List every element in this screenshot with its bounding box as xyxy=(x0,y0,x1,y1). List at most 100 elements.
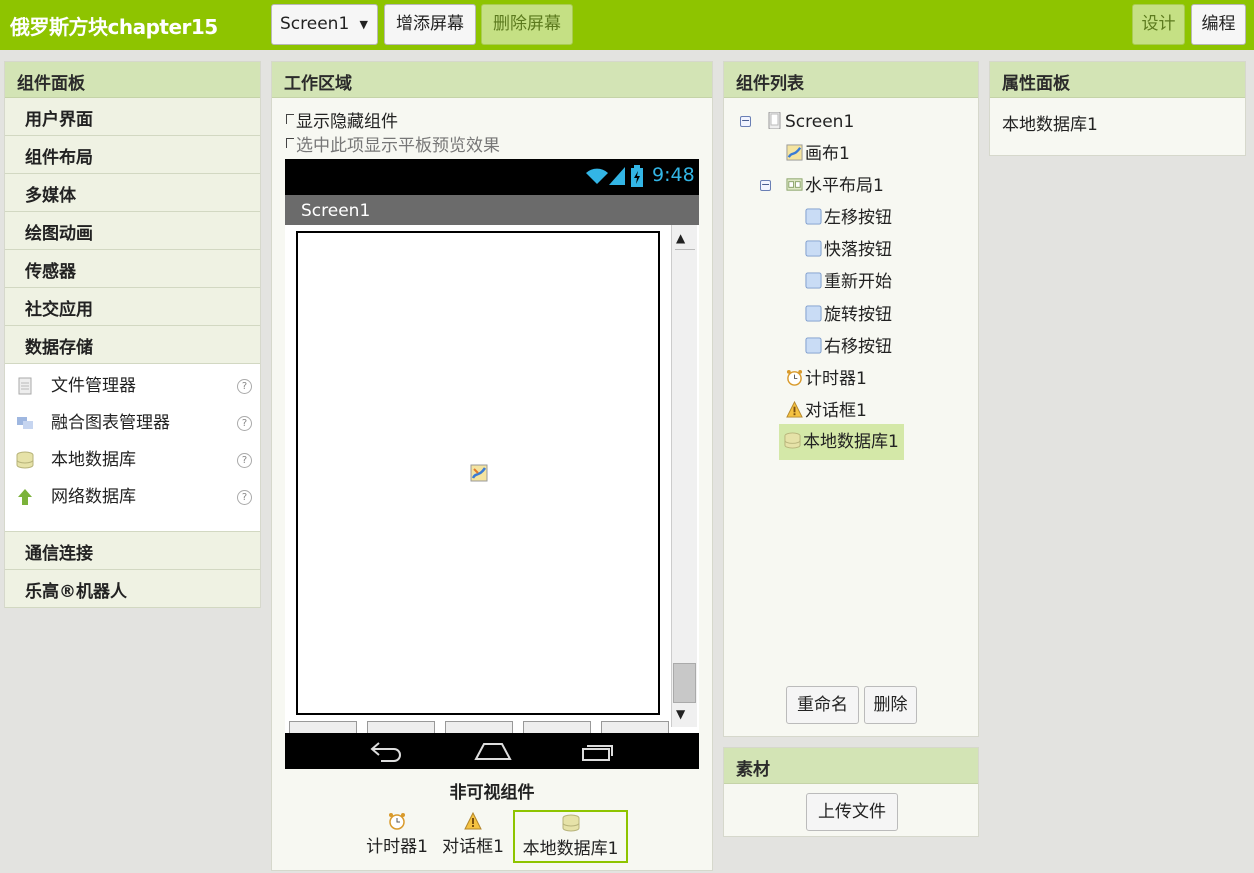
palette-category-lego[interactable]: 乐高®机器人 xyxy=(5,570,260,608)
tree-node-label: 对话框1 xyxy=(805,401,867,421)
nonvisible-label: 计时器1 xyxy=(366,837,428,857)
tree-node-horizontal-arrangement1[interactable]: 水平布局1 xyxy=(786,172,884,200)
drop-button[interactable] xyxy=(367,721,435,733)
properties-title: 属性面板 xyxy=(990,62,1245,98)
help-icon[interactable]: ? xyxy=(237,416,252,431)
scroll-up-arrow-icon[interactable]: ▲ xyxy=(676,231,685,245)
palette-item-file[interactable]: 文件管理器 ? xyxy=(5,368,260,405)
tree-node-label: 旋转按钮 xyxy=(824,305,892,325)
warning-icon xyxy=(786,401,803,418)
nonvisible-label: 本地数据库1 xyxy=(522,839,619,859)
palette-item-fusiontables[interactable]: 融合图表管理器 ? xyxy=(5,405,260,442)
rotate-button[interactable] xyxy=(523,721,591,733)
horizontal-arrangement[interactable] xyxy=(289,721,669,733)
tree-node-tinydb1-selected[interactable]: 本地数据库1 xyxy=(779,424,904,460)
help-icon[interactable]: ? xyxy=(237,379,252,394)
collapse-arrangement-toggle[interactable]: − xyxy=(760,179,771,191)
delete-button[interactable]: 删除 xyxy=(864,686,917,724)
components-panel: 组件列表 − Screen1 画布1 − 水平布局1 左移按钮 快落按钮 重新开… xyxy=(723,61,979,737)
recent-apps-icon[interactable] xyxy=(581,742,615,762)
show-hidden-label: 显示隐藏组件 xyxy=(296,112,398,132)
screen-select[interactable]: Screen1 ▼ xyxy=(271,4,378,45)
tree-node-label: 左移按钮 xyxy=(824,208,892,228)
tree-node-restart-button[interactable]: 重新开始 xyxy=(805,268,892,296)
database-icon xyxy=(562,814,579,832)
warning-icon xyxy=(464,811,482,830)
palette-item-label: 融合图表管理器 xyxy=(51,413,170,433)
palette-category-drawing[interactable]: 绘图动画 xyxy=(5,212,260,250)
nonvisible-timer[interactable]: 计时器1 xyxy=(362,812,432,857)
project-title: 俄罗斯方块chapter15 xyxy=(10,15,218,39)
palette-item-tinydb[interactable]: 本地数据库 ? xyxy=(5,442,260,479)
upload-file-button[interactable]: 上传文件 xyxy=(806,793,898,831)
tree-node-label: 水平布局1 xyxy=(805,176,884,196)
left-button[interactable] xyxy=(289,721,357,733)
remove-screen-button[interactable]: 删除屏幕 xyxy=(481,4,573,45)
restart-button[interactable] xyxy=(445,721,513,733)
help-icon[interactable]: ? xyxy=(237,453,252,468)
tree-node-timer1[interactable]: 计时器1 xyxy=(786,365,867,393)
battery-icon xyxy=(631,165,643,187)
screen-body: ▲ ▼ xyxy=(285,225,699,733)
add-screen-button[interactable]: 增添屏幕 xyxy=(384,4,476,45)
components-title: 组件列表 xyxy=(724,62,978,98)
palette-category-connectivity[interactable]: 通信连接 xyxy=(5,532,260,570)
palette-item-label: 网络数据库 xyxy=(51,487,136,507)
palette-item-tinywebdb[interactable]: 网络数据库 ? xyxy=(5,479,260,516)
nonvisible-title: 非可视组件 xyxy=(449,783,535,803)
media-panel: 素材 上传文件 xyxy=(723,747,979,837)
tree-node-label: Screen1 xyxy=(785,112,855,132)
fusion-tables-icon xyxy=(17,417,33,429)
tree-node-label: 右移按钮 xyxy=(824,337,892,357)
clock-icon xyxy=(389,813,405,830)
palette-category-user-interface[interactable]: 用户界面 xyxy=(5,98,260,136)
properties-component-name: 本地数据库1 xyxy=(1002,115,1098,135)
upload-arrow-icon xyxy=(18,489,32,505)
palette-category-social[interactable]: 社交应用 xyxy=(5,288,260,326)
button-icon xyxy=(805,208,822,225)
properties-panel: 属性面板 本地数据库1 xyxy=(989,61,1246,156)
palette-panel: 组件面板 用户界面 组件布局 多媒体 绘图动画 传感器 社交应用 数据存储 文件… xyxy=(4,61,261,608)
tablet-preview-checkbox[interactable]: 选中此项显示平板预览效果 xyxy=(286,134,500,158)
blocks-button[interactable]: 编程 xyxy=(1191,4,1246,45)
collapse-screen-toggle[interactable]: − xyxy=(740,115,751,127)
palette-category-layout[interactable]: 组件布局 xyxy=(5,136,260,174)
button-icon xyxy=(805,240,822,257)
palette-title: 组件面板 xyxy=(5,62,260,98)
scroll-down-arrow-icon[interactable]: ▼ xyxy=(676,707,685,721)
palette-category-storage[interactable]: 数据存储 xyxy=(5,326,260,364)
tree-node-right-button[interactable]: 右移按钮 xyxy=(805,333,892,361)
tree-node-screen1[interactable]: Screen1 xyxy=(766,108,854,136)
scrollbar[interactable]: ▲ ▼ xyxy=(671,225,697,727)
palette-item-label: 本地数据库 xyxy=(51,450,136,470)
palette-category-sensors[interactable]: 传感器 xyxy=(5,250,260,288)
file-icon xyxy=(18,377,32,395)
tree-node-label: 重新开始 xyxy=(824,272,892,292)
canvas-icon xyxy=(786,144,803,161)
phone-preview: 9:48 Screen1 ▲ ▼ xyxy=(285,159,699,769)
screen-title-bar: Screen1 xyxy=(285,195,699,225)
scroll-thumb[interactable] xyxy=(673,663,696,703)
nonvisible-tinydb[interactable]: 本地数据库1 xyxy=(513,810,628,863)
home-icon[interactable] xyxy=(474,741,512,761)
tree-node-left-button[interactable]: 左移按钮 xyxy=(805,204,892,232)
nonvisible-notifier[interactable]: 对话框1 xyxy=(438,811,508,857)
button-icon xyxy=(805,272,822,289)
help-icon[interactable]: ? xyxy=(237,490,252,505)
right-button[interactable] xyxy=(601,721,669,733)
canvas-component[interactable] xyxy=(296,231,660,715)
top-bar: 俄罗斯方块chapter15 Screen1 ▼ 增添屏幕 删除屏幕 设计 编程 xyxy=(0,0,1254,50)
back-icon[interactable] xyxy=(369,740,403,762)
tree-node-notifier1[interactable]: 对话框1 xyxy=(786,397,867,425)
design-button[interactable]: 设计 xyxy=(1132,4,1185,45)
tree-node-rotate-button[interactable]: 旋转按钮 xyxy=(805,301,892,329)
storage-items: 文件管理器 ? 融合图表管理器 ? 本地数据库 ? 网络数据库 ? xyxy=(5,364,260,532)
tree-node-drop-button[interactable]: 快落按钮 xyxy=(805,236,892,264)
tree-node-label: 快落按钮 xyxy=(824,240,892,260)
canvas-icon xyxy=(470,464,488,482)
tree-node-canvas1[interactable]: 画布1 xyxy=(786,140,850,168)
show-hidden-checkbox[interactable]: 显示隐藏组件 xyxy=(286,110,398,134)
palette-category-media[interactable]: 多媒体 xyxy=(5,174,260,212)
viewer-panel: 工作区域 显示隐藏组件 选中此项显示平板预览效果 9:48 Screen1 ▲ … xyxy=(271,61,713,871)
rename-button[interactable]: 重命名 xyxy=(786,686,859,724)
